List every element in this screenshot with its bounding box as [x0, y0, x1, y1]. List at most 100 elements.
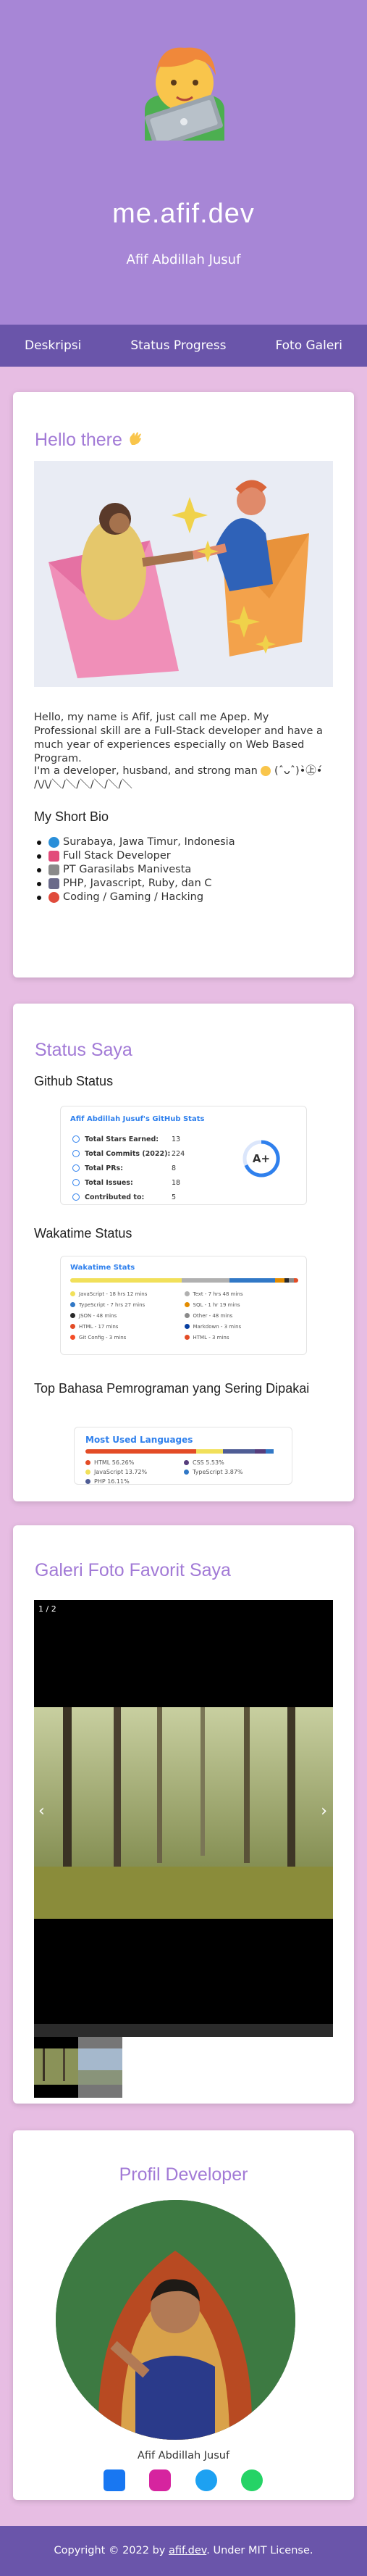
nav-foto-galeri[interactable]: Foto Galeri — [268, 338, 350, 353]
main-nav: Deskripsi Status Progress Foto Galeri — [0, 325, 367, 367]
legend-dot — [184, 1324, 190, 1329]
nav-status-progress[interactable]: Status Progress — [123, 338, 233, 353]
whatsapp-icon[interactable] — [240, 2469, 263, 2491]
thumbnail-forest[interactable] — [34, 2037, 78, 2098]
hello-card: Hello there Hello, my name is Afif, just — [13, 392, 354, 978]
bio-item: PHP, Javascript, Ruby, dan C — [34, 877, 333, 891]
legend-dot — [70, 1335, 75, 1340]
legend-dot — [85, 1460, 90, 1465]
legend-item: HTML - 3 mins — [184, 1332, 299, 1343]
next-slide-button[interactable]: › — [321, 1802, 327, 1820]
nav-deskripsi[interactable]: Deskripsi — [17, 338, 88, 353]
short-bio-list: Surabaya, Jawa Timur, Indonesia Full Sta… — [34, 835, 333, 904]
profile-heading: Profil Developer — [119, 2164, 248, 2185]
bar-segment — [182, 1278, 230, 1283]
languages-title: Most Used Languages — [85, 1435, 193, 1445]
stat-label: Total Issues: — [85, 1178, 133, 1187]
bio-hobbies: Coding / Gaming / Hacking — [63, 891, 204, 903]
bar-segment — [70, 1278, 182, 1283]
site-subtitle: Afif Abdillah Jusuf — [126, 252, 241, 267]
intro-paragraph: Hello, my name is Afif, just call me Ape… — [34, 712, 323, 764]
social-links — [104, 2469, 263, 2491]
gallery-slideshow: 1 / 2 ‹ › — [34, 1600, 333, 2024]
slide-counter: 1 / 2 — [38, 1604, 56, 1614]
wakatime-progress-bar — [70, 1278, 298, 1283]
instagram-icon[interactable] — [149, 2469, 172, 2491]
top-language-heading: Top Bahasa Pemrograman yang Sering Dipak… — [34, 1381, 310, 1396]
stat-label: Total PRs: — [85, 1164, 123, 1172]
legend-item: SQL - 1 hr 19 mins — [184, 1299, 299, 1310]
legend-label: JavaScript 13.72% — [94, 1469, 148, 1475]
bar-segment — [85, 1449, 197, 1454]
bar-segment — [196, 1449, 224, 1454]
legend-label: HTML - 3 mins — [193, 1334, 229, 1341]
legend-dot — [70, 1313, 75, 1318]
tagline-paragraph: I'm a developer, husband, and strong man… — [34, 764, 333, 792]
clock-icon — [72, 1150, 80, 1157]
bio-location: Surabaya, Jawa Timur, Indonesia — [63, 836, 235, 848]
site-title: me.afif.dev — [112, 199, 255, 229]
building-icon — [48, 864, 59, 875]
legend-dot — [184, 1302, 190, 1307]
stat-value: 224 — [172, 1149, 185, 1158]
globe-icon — [48, 837, 59, 848]
prev-slide-button[interactable]: ‹ — [38, 1802, 45, 1820]
bar-segment — [255, 1449, 266, 1454]
legend-label: Git Config - 3 mins — [79, 1334, 127, 1341]
stat-value: 5 — [172, 1193, 177, 1201]
bullet — [37, 895, 41, 900]
languages-legend: HTML 56.26% CSS 5.53% JavaScript 13.72% Typ… — [85, 1458, 282, 1484]
legend-item: JavaScript 13.72% — [85, 1467, 184, 1477]
legend-label: Markdown - 3 mins — [193, 1323, 242, 1330]
short-bio-heading: My Short Bio — [34, 809, 109, 824]
legend-item: Text - 7 hrs 48 mins — [184, 1288, 299, 1299]
grade-value: A+ — [252, 1152, 271, 1165]
thumbnail-landscape[interactable] — [78, 2037, 122, 2098]
legend-dot — [70, 1302, 75, 1307]
legend-item: HTML - 17 mins — [70, 1321, 185, 1332]
legend-item: Markdown - 3 mins — [184, 1321, 299, 1332]
star-icon — [72, 1135, 80, 1143]
legend-dot — [184, 1313, 190, 1318]
bio-role: Full Stack Developer — [63, 850, 171, 862]
legend-dot — [184, 1460, 189, 1465]
hello-heading: Hello there — [35, 430, 143, 451]
target-icon — [48, 892, 59, 903]
bio-item: Surabaya, Jawa Timur, Indonesia — [34, 835, 333, 849]
facebook-icon[interactable] — [104, 2469, 125, 2491]
legend-label: CSS 5.53% — [193, 1459, 224, 1466]
forest-photo — [34, 1707, 333, 1919]
bar-segment — [229, 1278, 276, 1283]
gallery-caption-bar — [34, 2024, 333, 2037]
grinning-face-icon — [261, 766, 271, 776]
legend-item: HTML 56.26% — [85, 1458, 184, 1467]
handshake-illustration — [34, 461, 333, 687]
stat-row: Contributed to: 5 — [72, 1190, 185, 1204]
bio-item: PT Garasilabs Manivesta — [34, 863, 333, 877]
issue-icon — [72, 1179, 80, 1186]
github-stats-rows: Total Stars Earned: 13 Total Commits (202… — [72, 1132, 185, 1204]
stat-label: Total Commits (2022): — [85, 1149, 171, 1158]
legend-label: SQL - 1 hr 19 mins — [193, 1301, 240, 1308]
most-used-languages-card: Most Used Languages HTML 56.26% CSS 5.53%… — [74, 1427, 292, 1485]
legend-item: CSS 5.53% — [184, 1458, 282, 1467]
legend-label: HTML 56.26% — [94, 1459, 135, 1466]
footer-site-link[interactable]: afif.dev — [169, 2545, 206, 2556]
stat-row: Total Commits (2022): 224 — [72, 1146, 185, 1161]
repo-icon — [72, 1193, 80, 1201]
legend-dot — [184, 1291, 190, 1296]
footer-copyright: Copyright © 2022 by — [54, 2545, 169, 2556]
wakatime-status-heading: Wakatime Status — [34, 1226, 132, 1241]
footer: Copyright © 2022 by afif.dev. Under MIT … — [0, 2526, 367, 2576]
twitter-icon[interactable] — [195, 2469, 217, 2491]
legend-item: JSON - 48 mins — [70, 1310, 185, 1321]
wakatime-legend: JavaScript - 18 hrs 12 mins Text - 7 hrs … — [70, 1288, 298, 1343]
legend-label: Other - 48 mins — [193, 1312, 233, 1319]
legend-label: TypeScript 3.87% — [193, 1469, 243, 1475]
laptop-icon — [48, 878, 59, 889]
bar-segment — [293, 1278, 298, 1283]
developer-emoji-avatar — [138, 38, 232, 149]
stat-row: Total Stars Earned: 13 — [72, 1132, 185, 1146]
header: me.afif.dev Afif Abdillah Jusuf — [0, 0, 367, 325]
stat-value: 18 — [172, 1178, 181, 1187]
